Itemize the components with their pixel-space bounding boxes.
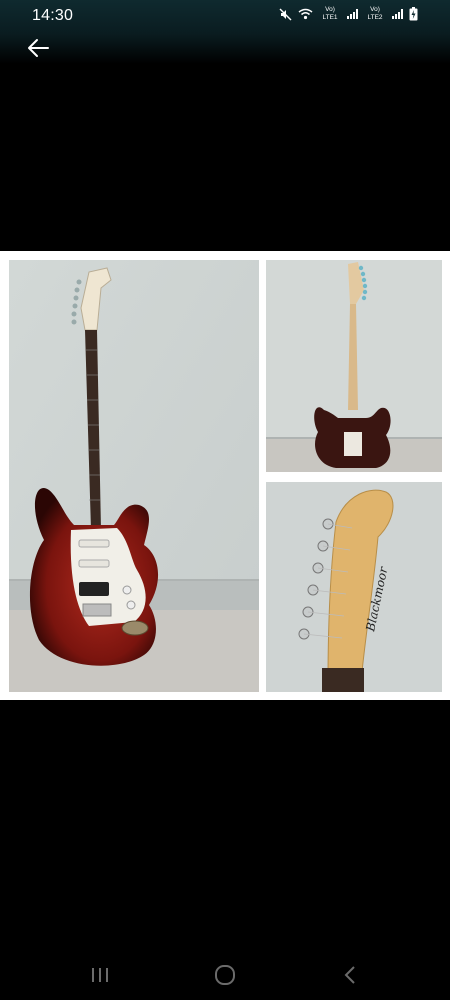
sim2-label: Vo) LTE2 bbox=[367, 6, 383, 21]
status-bar: 14:30 Vo) LTE1 Vo) LTE2 bbox=[0, 0, 450, 34]
home-icon bbox=[215, 965, 235, 985]
sim1-signal: Vo) LTE1 bbox=[319, 6, 341, 22]
sim1-label: Vo) LTE1 bbox=[322, 6, 338, 21]
guitar-headstock-photo: Blackmoor bbox=[266, 482, 442, 692]
top-bar bbox=[0, 34, 450, 64]
wifi-icon bbox=[298, 8, 313, 20]
battery-charging-icon bbox=[409, 7, 418, 21]
arrow-left-icon bbox=[28, 39, 49, 57]
status-icons: Vo) LTE1 Vo) LTE2 bbox=[279, 6, 418, 22]
signal-icon-2 bbox=[392, 9, 403, 19]
sim2-signal: Vo) LTE2 bbox=[364, 6, 386, 22]
photo-collage[interactable]: Blackmoor bbox=[0, 251, 450, 700]
guitar-front-photo bbox=[9, 260, 259, 692]
signal-icon bbox=[347, 9, 358, 19]
mute-icon bbox=[279, 8, 292, 20]
recent-apps-icon bbox=[92, 968, 108, 982]
back-button[interactable] bbox=[22, 34, 56, 64]
home-button[interactable] bbox=[205, 962, 245, 990]
status-time: 14:30 bbox=[32, 7, 74, 24]
guitar-back-photo bbox=[266, 260, 442, 472]
navigation-bar bbox=[0, 950, 450, 1000]
recent-apps-button[interactable] bbox=[80, 962, 120, 990]
nav-back-button[interactable] bbox=[330, 962, 370, 990]
back-icon bbox=[344, 966, 355, 984]
